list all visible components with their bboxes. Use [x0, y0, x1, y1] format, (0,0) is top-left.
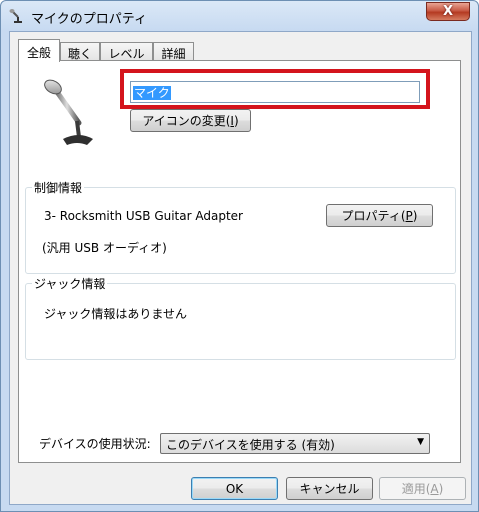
control-info-label: 制御情報: [32, 179, 85, 196]
close-icon: X: [442, 4, 454, 19]
tab-general[interactable]: 全般: [18, 39, 60, 62]
device-name-input[interactable]: マイク: [130, 81, 420, 103]
properties-label: プロパティ(: [341, 209, 406, 223]
microphone-icon: [44, 79, 93, 145]
tab-listen[interactable]: 聴く: [60, 42, 100, 61]
title-bar[interactable]: マイクのプロパティ X: [1, 1, 478, 31]
cancel-button[interactable]: キャンセル: [286, 477, 373, 500]
properties-accel: P: [405, 208, 413, 223]
dialog-client-area: 全般 聴く レベル 詳細 マイク アイコンの変更(I) 制御情報 3- Ro…: [9, 31, 472, 505]
ok-button[interactable]: OK: [191, 477, 278, 500]
change-icon-label-end: ): [233, 113, 239, 128]
tab-advanced[interactable]: 詳細: [153, 42, 194, 61]
change-icon-button[interactable]: アイコンの変更(I): [130, 109, 251, 132]
window-title: マイクのプロパティ: [31, 12, 147, 27]
apply-label-end: ): [438, 481, 444, 496]
device-usage-label: デバイスの使用状況:: [39, 437, 151, 451]
apply-accel: A: [430, 481, 439, 496]
device-driver: (汎用 USB オーディオ): [42, 241, 167, 255]
properties-label-end: ): [412, 208, 418, 223]
jack-info-label: ジャック情報: [32, 275, 108, 292]
device-usage-value: このデバイスを使用する (有効): [166, 438, 335, 452]
control-info-group: 制御情報 3- Rocksmith USB Guitar Adapter (汎用…: [25, 179, 456, 274]
device-description: 3- Rocksmith USB Guitar Adapter: [44, 209, 243, 223]
apply-button[interactable]: 適用(A): [379, 477, 466, 500]
general-tab-panel: マイク アイコンの変更(I) 制御情報 3- Rocksmith USB Gui…: [18, 60, 461, 463]
device-usage-select[interactable]: このデバイスを使用する (有効) ▼: [160, 433, 430, 454]
dropdown-arrow-icon: ▼: [417, 437, 424, 447]
device-name-selected-text: マイク: [133, 86, 171, 100]
jack-info-text: ジャック情報はありません: [44, 307, 188, 321]
properties-button[interactable]: プロパティ(P): [326, 204, 433, 227]
properties-window: マイクのプロパティ X 全般 聴く レベル 詳細 マイク アイコンの変更(I …: [0, 0, 479, 512]
tab-levels[interactable]: レベル: [100, 42, 153, 61]
apply-label: 適用(: [401, 482, 431, 496]
close-button[interactable]: X: [426, 2, 470, 21]
jack-info-group: ジャック情報 ジャック情報はありません: [25, 275, 456, 360]
microphone-icon: [9, 9, 22, 23]
change-icon-label: アイコンの変更(: [142, 114, 231, 128]
